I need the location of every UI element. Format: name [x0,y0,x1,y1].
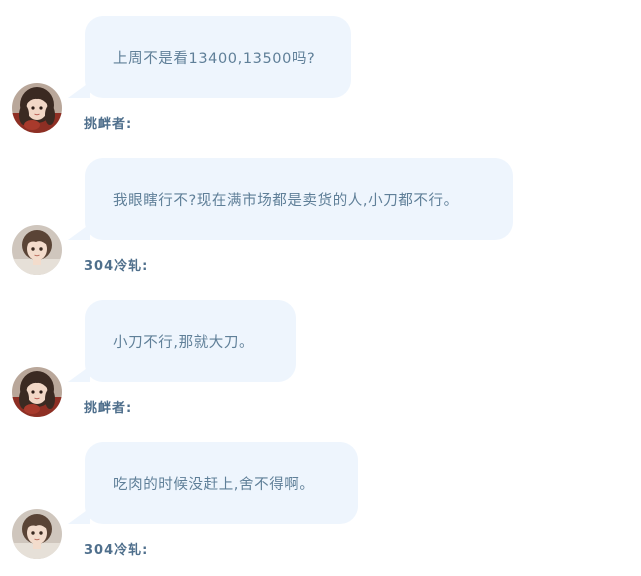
sender-name: 304冷轧: [84,259,149,274]
message-bubble: 吃肉的时候没赶上,舍不得啊。 [85,442,358,524]
girl-avatar-icon[interactable] [12,367,62,417]
girl-avatar-icon[interactable] [12,83,62,133]
message-bubble: 小刀不行,那就大刀。 [85,300,296,382]
sender-name: 挑衅者: [84,401,133,416]
message-bubble: 我眼瞎行不?现在满市场都是卖货的人,小刀都不行。 [85,158,513,240]
boy-avatar-icon[interactable] [12,509,62,559]
chat-transcript: 上周不是看13400,13500吗? 挑衅者: 我眼瞎行不?现在满市场都是卖货的… [0,0,641,576]
message-bubble: 上周不是看13400,13500吗? [85,16,351,98]
boy-avatar-icon[interactable] [12,225,62,275]
sender-name: 304冷轧: [84,543,149,558]
sender-name: 挑衅者: [84,117,133,132]
